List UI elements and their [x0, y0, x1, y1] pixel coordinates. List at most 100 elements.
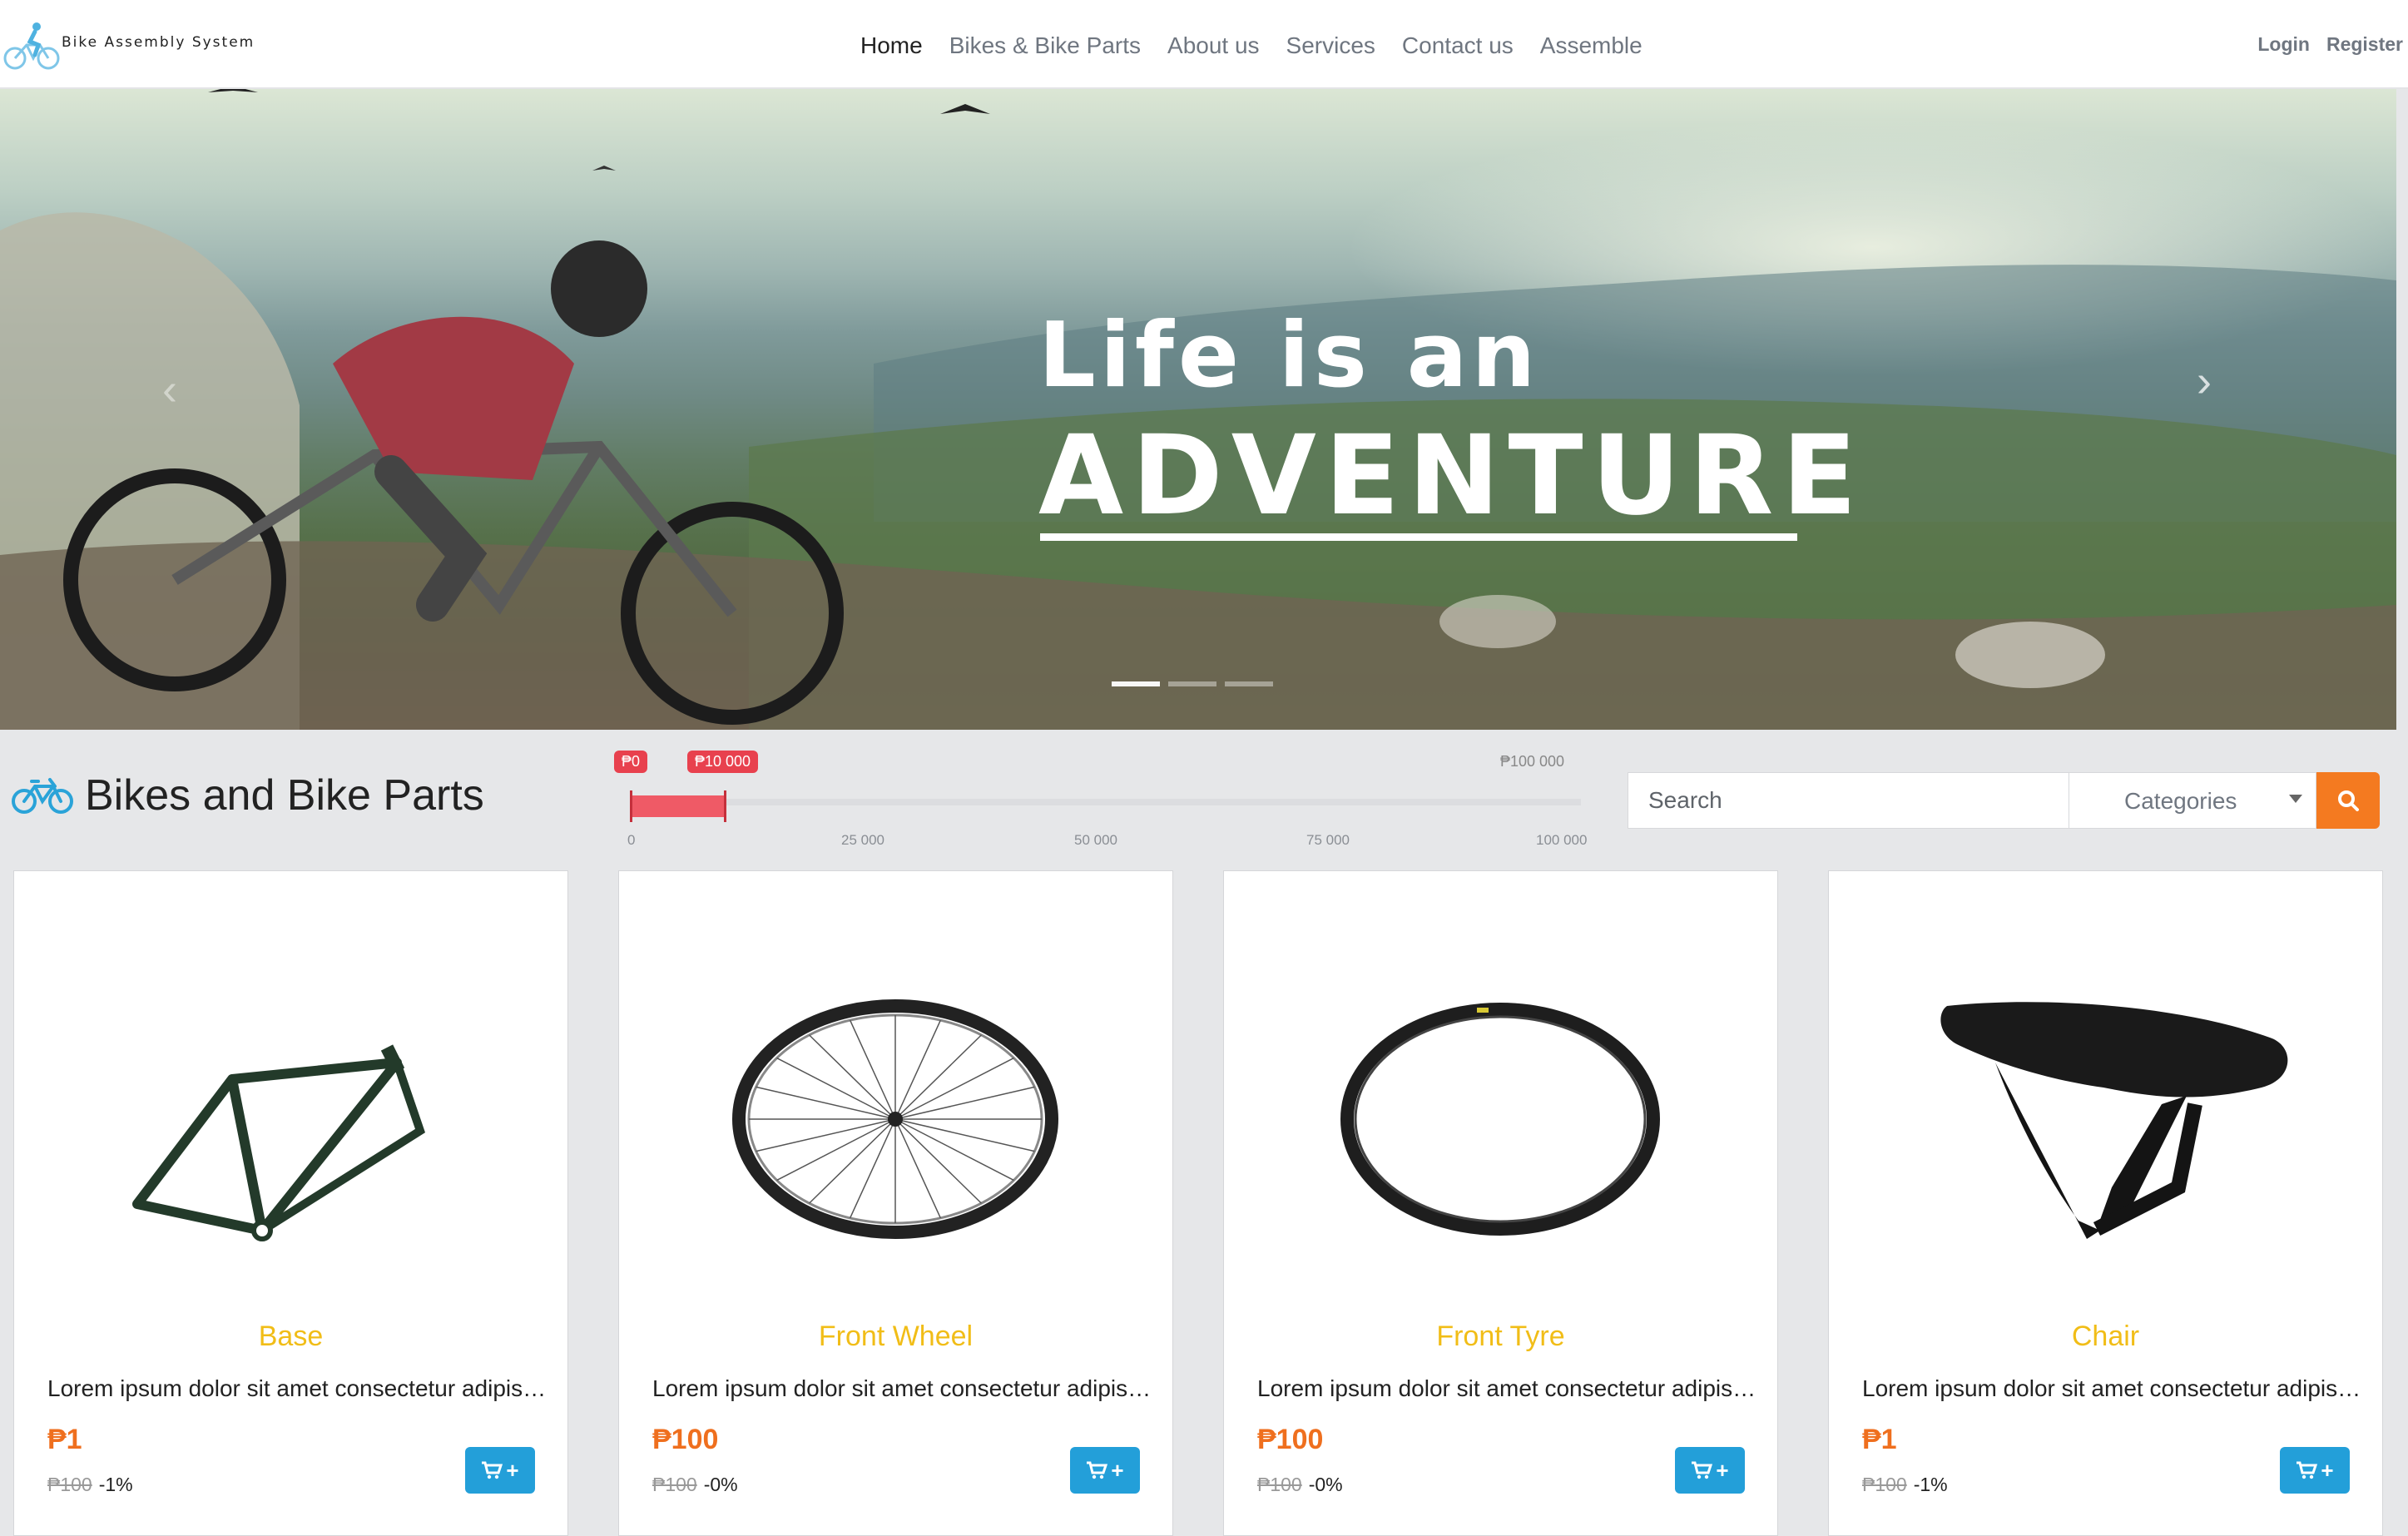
wheel-spoke: [809, 1034, 896, 1120]
product-discount: -1%: [1913, 1474, 1948, 1495]
bicycle-icon: [12, 778, 73, 814]
nav-services[interactable]: Services: [1286, 28, 1375, 63]
nav-about[interactable]: About us: [1167, 28, 1260, 63]
product-old-price-row: ₱100 -0%: [1257, 1474, 1343, 1496]
navbar: Bike Assembly System Home Bikes & Bike P…: [0, 0, 2408, 89]
cart-icon: [482, 1461, 503, 1479]
product-name[interactable]: Base: [14, 1320, 567, 1353]
slider-tick-label: 25 000: [841, 832, 884, 848]
slider-track[interactable]: [631, 799, 1581, 805]
product-old-price: ₱100: [1257, 1474, 1302, 1495]
catalog-heading: Bikes and Bike Parts: [12, 770, 484, 820]
carousel-indicator[interactable]: [1112, 681, 1160, 686]
category-select-value: Categories: [2124, 788, 2237, 814]
hero-headline-line1: Life is an: [1038, 304, 1540, 408]
price-max-badge: ₱100 000: [1500, 753, 1565, 770]
wheel-spoke: [894, 1086, 1035, 1120]
product-price: ₱1: [47, 1424, 82, 1455]
register-link[interactable]: Register: [2326, 33, 2403, 56]
search-button[interactable]: [2316, 772, 2380, 829]
tyre-icon: [1340, 1003, 1660, 1236]
search-group: Categories: [1628, 772, 2381, 829]
slider-tick-label: 0: [627, 832, 636, 848]
cart-icon: [1692, 1461, 1713, 1479]
add-to-cart-button[interactable]: +: [2280, 1447, 2350, 1494]
add-icon: +: [1111, 1457, 1124, 1483]
slider-tick-label: 50 000: [1074, 832, 1117, 848]
carousel-prev-icon[interactable]: ‹: [162, 364, 177, 415]
product-grid: Base Lorem ipsum dolor sit amet consecte…: [13, 870, 2383, 1536]
add-to-cart-button[interactable]: +: [1070, 1447, 1140, 1494]
wheel-spoke: [894, 1118, 982, 1204]
cyclist-logo-icon: [3, 22, 60, 70]
product-old-price-row: ₱100 -0%: [652, 1474, 738, 1496]
wheel-spoke: [776, 1057, 896, 1120]
carousel-indicator[interactable]: [1168, 681, 1216, 686]
nav-assemble[interactable]: Assemble: [1540, 28, 1642, 63]
search-input[interactable]: [1628, 772, 2069, 829]
wheel-spoke: [894, 1118, 1035, 1152]
product-card[interactable]: Chair Lorem ipsum dolor sit amet consect…: [1828, 870, 2383, 1536]
slider-min-handle[interactable]: [630, 790, 632, 822]
hero-carousel: Life is an ADVENTURE ‹ ›: [0, 89, 2396, 730]
product-old-price: ₱100: [47, 1474, 92, 1495]
wheel-icon: [732, 999, 1058, 1239]
product-name[interactable]: Chair: [1829, 1320, 2382, 1353]
product-old-price: ₱100: [652, 1474, 697, 1495]
slider-tick-label: 100 000: [1536, 832, 1588, 848]
cart-icon: [1087, 1461, 1108, 1479]
add-icon: +: [2321, 1457, 2334, 1483]
product-discount: -0%: [1308, 1474, 1343, 1495]
wheel-spoke: [894, 1019, 942, 1120]
wheel-spoke: [894, 1057, 1014, 1120]
product-description: Lorem ipsum dolor sit amet consectetur a…: [1257, 1375, 1756, 1401]
slider-tick-label: 75 000: [1306, 832, 1350, 848]
product-card[interactable]: Front Wheel Lorem ipsum dolor sit amet c…: [618, 870, 1173, 1536]
product-card[interactable]: Front Tyre Lorem ipsum dolor sit amet co…: [1223, 870, 1778, 1536]
nav-contact[interactable]: Contact us: [1402, 28, 1514, 63]
wheel-spoke: [894, 1118, 942, 1219]
search-icon: [2338, 790, 2359, 811]
product-old-price: ₱100: [1862, 1474, 1907, 1495]
carousel-next-icon[interactable]: ›: [2197, 355, 2212, 407]
bike-frame-icon: [132, 1044, 426, 1241]
product-discount: -0%: [703, 1474, 738, 1495]
wheel-spoke: [756, 1118, 896, 1152]
wheel-spoke: [894, 1034, 982, 1120]
product-price: ₱100: [1257, 1424, 1324, 1455]
wheel-spoke: [849, 1118, 896, 1219]
slider-max-handle[interactable]: [724, 790, 727, 822]
nav-home[interactable]: Home: [860, 28, 923, 63]
product-name[interactable]: Front Tyre: [1224, 1320, 1777, 1353]
product-description: Lorem ipsum dolor sit amet consectetur a…: [652, 1375, 1152, 1401]
product-description: Lorem ipsum dolor sit amet consectetur a…: [1862, 1375, 2361, 1401]
product-card[interactable]: Base Lorem ipsum dolor sit amet consecte…: [13, 870, 568, 1536]
hero-headline-line2: ADVENTURE: [1038, 412, 1865, 540]
wheel-spoke: [849, 1019, 896, 1120]
wheel-spoke: [776, 1118, 896, 1182]
category-select[interactable]: Categories: [2069, 772, 2316, 829]
caret-down-icon: [2289, 795, 2302, 803]
cart-icon: [2297, 1461, 2318, 1479]
price-range-slider[interactable]: ₱0 ₱10 000 ₱100 000 0 25 000 50 000 75 0…: [612, 749, 1603, 857]
brand-name: Bike Assembly System: [62, 34, 255, 51]
product-name[interactable]: Front Wheel: [619, 1320, 1172, 1353]
product-price: ₱1: [1862, 1424, 1897, 1455]
wheel-spoke: [894, 1118, 1014, 1182]
price-min-badge: ₱0: [614, 751, 648, 773]
add-icon: +: [1716, 1457, 1729, 1483]
nav-bikes-parts[interactable]: Bikes & Bike Parts: [949, 28, 1141, 63]
saddle-icon: [1940, 1002, 2288, 1239]
hero-landscape-illustration: [0, 89, 2396, 730]
carousel-indicators: [1112, 681, 1273, 686]
login-link[interactable]: Login: [2257, 33, 2310, 56]
price-max-selected-badge: ₱10 000: [687, 751, 759, 773]
product-old-price-row: ₱100 -1%: [1862, 1474, 1948, 1496]
slider-selected-range: [631, 795, 726, 817]
carousel-indicator[interactable]: [1225, 681, 1273, 686]
add-icon: +: [506, 1457, 519, 1483]
wheel-spoke: [756, 1086, 896, 1120]
add-to-cart-button[interactable]: +: [465, 1447, 535, 1494]
brand[interactable]: Bike Assembly System: [2, 20, 255, 72]
add-to-cart-button[interactable]: +: [1675, 1447, 1745, 1494]
